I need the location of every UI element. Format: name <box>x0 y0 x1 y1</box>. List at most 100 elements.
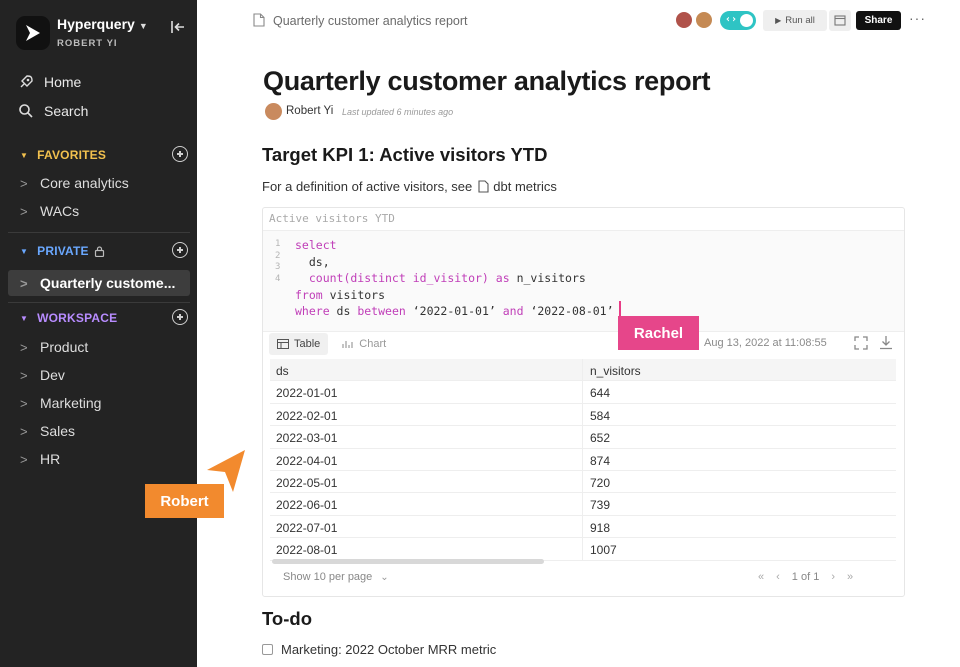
chevron-right-icon: > <box>20 203 28 219</box>
section-heading-kpi: Target KPI 1: Active visitors YTD <box>262 144 548 165</box>
column-header-ds[interactable]: ds <box>276 364 289 378</box>
cell-ds[interactable]: 2022-02-01 <box>276 409 337 423</box>
table-row: 2022-05-01 720 <box>270 470 896 494</box>
sql-block-title[interactable]: Active visitors YTD <box>269 212 395 225</box>
dbt-metrics-link[interactable]: dbt metrics <box>478 179 557 194</box>
sql-keyword: where <box>295 304 330 319</box>
first-page-icon[interactable]: « <box>758 571 764 583</box>
sql-code[interactable]: select ds, count(distinct id_visitor) as… <box>295 237 614 320</box>
column-header-n-visitors[interactable]: n_visitors <box>590 364 641 378</box>
cell-n-visitors[interactable]: 652 <box>590 431 610 445</box>
caret-down-icon: ▼ <box>138 21 148 31</box>
sidebar-item-label: WACs <box>40 203 80 219</box>
code-toggle[interactable]: ‹› <box>720 11 756 30</box>
cell-ds[interactable]: 2022-01-01 <box>276 386 337 400</box>
horizontal-scrollbar[interactable] <box>272 559 544 564</box>
code-line: from visitors <box>295 287 614 304</box>
run-all-button[interactable]: ▶ Run all <box>763 10 827 31</box>
section-private[interactable]: ▼ PRIVATE <box>20 241 190 261</box>
cell-n-visitors[interactable]: 918 <box>590 521 610 535</box>
author-avatar <box>265 103 282 120</box>
column-separator <box>582 470 583 493</box>
table-row: 2022-08-01 1007 <box>270 538 896 561</box>
cell-ds[interactable]: 2022-05-01 <box>276 476 337 490</box>
add-workspace-icon[interactable] <box>172 309 188 325</box>
sql-text: n_visitors <box>509 271 586 286</box>
table-body: 2022-01-01 644 2022-02-01 584 2022-03-01 652 2… <box>270 381 896 561</box>
add-private-icon[interactable] <box>172 242 188 258</box>
sidebar-item-marketing[interactable]: > Marketing <box>20 391 101 415</box>
nav-search-label: Search <box>44 103 89 119</box>
todo-item[interactable]: Marketing: 2022 October MRR metric <box>262 642 496 657</box>
section-favorites[interactable]: ▼ FAVORITES <box>20 145 190 165</box>
section-workspace-label: WORKSPACE <box>37 311 118 325</box>
cell-ds[interactable]: 2022-06-01 <box>276 498 337 512</box>
cell-n-visitors[interactable]: 644 <box>590 386 610 400</box>
definition-text: For a definition of active visitors, see <box>262 179 473 194</box>
rows-per-page-select[interactable]: Show 10 per page ⌄ <box>283 571 389 583</box>
cell-n-visitors[interactable]: 584 <box>590 409 610 423</box>
workspace-user: ROBERT YI <box>57 38 118 49</box>
nav-search[interactable]: Search <box>18 99 88 123</box>
sidebar-item-product[interactable]: > Product <box>20 335 88 359</box>
workspace-header[interactable]: Hyperquery ▼ ROBERT YI <box>14 14 189 54</box>
cell-n-visitors[interactable]: 1007 <box>590 543 617 557</box>
workspace-name[interactable]: Hyperquery ▼ <box>57 16 148 32</box>
sidebar-item-label: Core analytics <box>40 175 129 191</box>
definition-paragraph: For a definition of active visitors, see… <box>262 179 557 194</box>
tab-chart-label: Chart <box>359 338 387 350</box>
lock-icon <box>94 245 104 257</box>
cell-ds[interactable]: 2022-03-01 <box>276 431 337 445</box>
column-separator <box>582 359 583 381</box>
code-line: select <box>295 237 614 254</box>
dbt-metrics-label: dbt metrics <box>493 179 557 194</box>
chevron-down-icon: ⌄ <box>380 571 389 583</box>
sidebar-item-quarterly-report[interactable]: > Quarterly custome... <box>8 270 190 296</box>
cell-n-visitors[interactable]: 874 <box>590 454 610 468</box>
prev-page-icon[interactable]: ‹ <box>776 571 780 583</box>
run-all-label: Run all <box>785 15 815 26</box>
cell-ds[interactable]: 2022-08-01 <box>276 543 337 557</box>
sql-editor[interactable]: 1 2 3 4 select ds, count(distinct id_vis… <box>263 230 904 332</box>
author-name[interactable]: Robert Yi <box>286 105 333 117</box>
sidebar-item-wacs[interactable]: > WACs <box>20 199 79 223</box>
sidebar-item-core-analytics[interactable]: > Core analytics <box>20 171 129 195</box>
column-separator <box>582 538 583 560</box>
cell-n-visitors[interactable]: 720 <box>590 476 610 490</box>
download-icon[interactable] <box>879 335 893 350</box>
tab-table[interactable]: Table <box>269 333 329 355</box>
section-workspace[interactable]: ▼ WORKSPACE <box>20 308 190 328</box>
avatar[interactable] <box>695 11 713 29</box>
breadcrumb[interactable]: Quarterly customer analytics report <box>273 14 468 28</box>
more-options-icon[interactable]: ··· <box>909 10 926 26</box>
expand-icon[interactable] <box>854 336 868 350</box>
sidebar-item-label: Dev <box>40 367 65 383</box>
sidebar-item-hr[interactable]: > HR <box>20 447 60 471</box>
app-window: Hyperquery ▼ ROBERT YI Home Search ▼ FAVO… <box>0 0 960 667</box>
sidebar-item-sales[interactable]: > Sales <box>20 419 75 443</box>
cell-ds[interactable]: 2022-04-01 <box>276 454 337 468</box>
last-page-icon[interactable]: » <box>847 571 853 583</box>
sidebar-item-dev[interactable]: > Dev <box>20 363 65 387</box>
avatar[interactable] <box>675 11 693 29</box>
tab-chart[interactable]: Chart <box>334 333 394 355</box>
next-page-icon[interactable]: › <box>831 571 835 583</box>
toggle-knob <box>740 14 753 27</box>
collapse-sidebar-icon[interactable] <box>169 18 187 36</box>
rows-per-page-label: Show 10 per page <box>283 571 373 583</box>
chart-icon <box>342 341 353 348</box>
chevron-right-icon: > <box>20 451 28 467</box>
sidebar: Hyperquery ▼ ROBERT YI Home Search ▼ FAVO… <box>0 0 197 667</box>
nav-home[interactable]: Home <box>18 70 81 94</box>
table-row: 2022-03-01 652 <box>270 426 896 449</box>
cell-n-visitors[interactable]: 739 <box>590 498 610 512</box>
todo-checkbox[interactable] <box>262 644 273 655</box>
sql-text: ds <box>329 304 358 319</box>
cell-ds[interactable]: 2022-07-01 <box>276 521 337 535</box>
add-favorite-icon[interactable] <box>172 146 188 162</box>
sql-keyword: as <box>495 271 510 286</box>
column-separator <box>582 448 583 470</box>
share-button[interactable]: Share <box>856 11 901 30</box>
table-row: 2022-07-01 918 <box>270 515 896 539</box>
schedule-button[interactable] <box>829 10 851 31</box>
